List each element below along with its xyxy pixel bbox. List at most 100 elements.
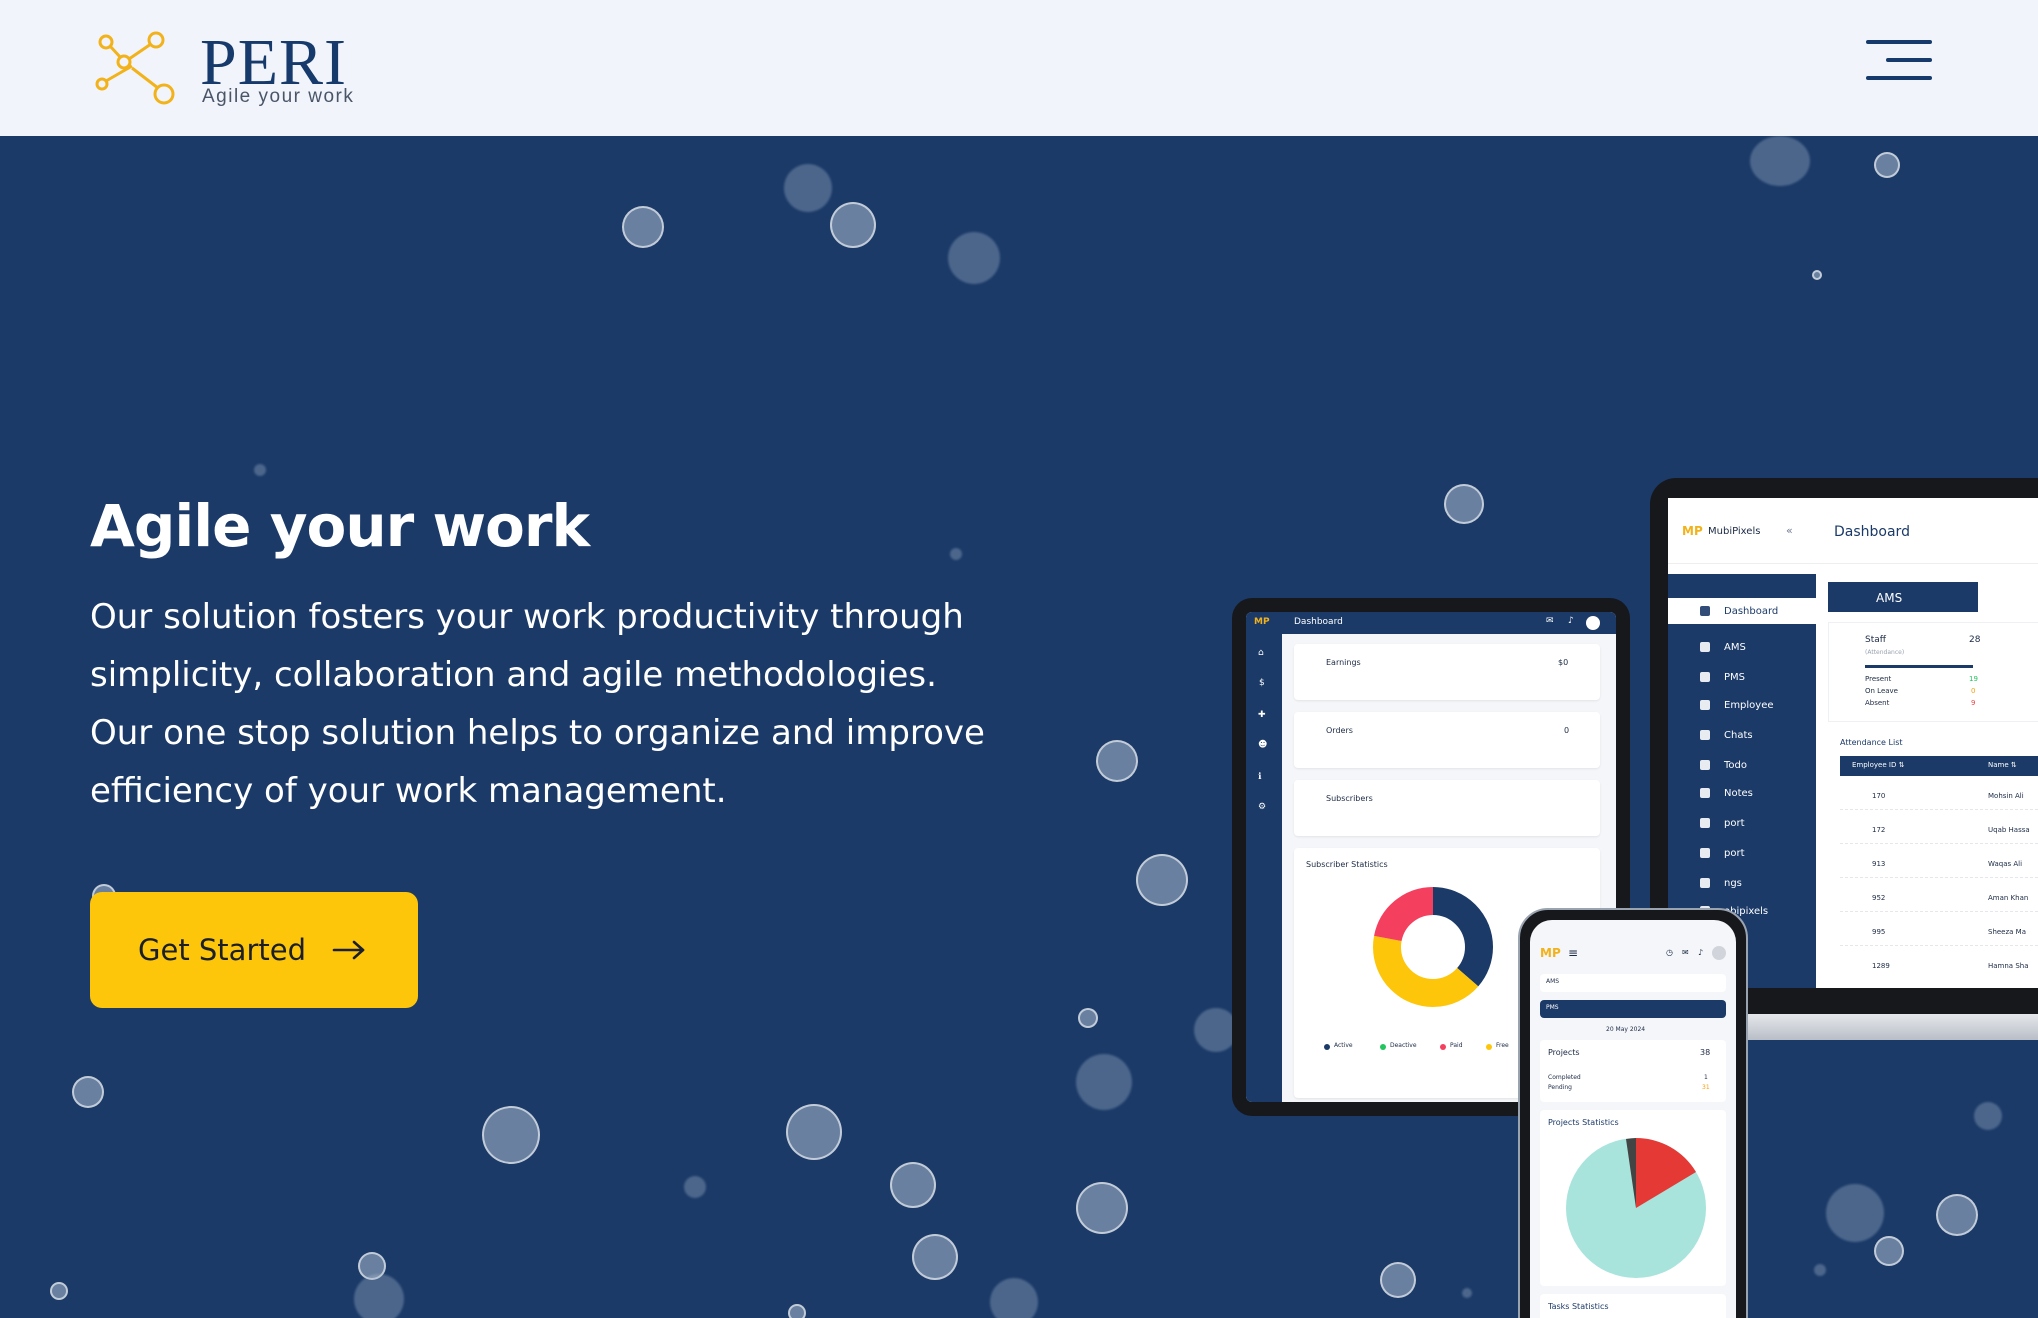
bubble-decoration <box>890 1162 936 1208</box>
dollar-icon[interactable]: $ <box>1259 678 1265 688</box>
bubble-decoration <box>1076 1182 1128 1234</box>
bubble-decoration <box>950 548 962 560</box>
get-started-label: Get Started <box>138 933 306 967</box>
peri-logo[interactable]: PERI Agile your work <box>92 26 392 112</box>
network-nodes-icon <box>95 31 175 105</box>
staff-card: Staff (Attendance) 28 Present 19 On Leav… <box>1828 622 2038 722</box>
mp-logo-icon: MP <box>1682 524 1703 538</box>
menu-line <box>1866 40 1932 44</box>
collapse-icon[interactable]: « <box>1786 524 1793 537</box>
tablet-sidebar: ⌂ $ ✚ ☻ ℹ ⚙ <box>1246 634 1282 1102</box>
bubble-decoration <box>72 1076 104 1108</box>
projects-pie-chart <box>1566 1138 1706 1278</box>
bubble-decoration <box>354 1274 404 1318</box>
gear-icon[interactable]: ⚙ <box>1258 802 1266 812</box>
bubble-decoration <box>1096 740 1138 782</box>
bubble-decoration <box>1874 152 1900 178</box>
bubble-decoration <box>1974 1102 2002 1130</box>
bubble-decoration <box>948 232 1000 284</box>
site-header: PERI Agile your work <box>0 0 2038 136</box>
puzzle-icon[interactable]: ✚ <box>1258 710 1266 720</box>
avatar[interactable] <box>1586 616 1600 630</box>
mail-icon[interactable]: ✉ <box>1682 948 1689 957</box>
bubble-decoration <box>254 464 266 476</box>
laptop-dashboard-title: Dashboard <box>1834 524 1910 540</box>
hero-description: Our solution fosters your work productiv… <box>90 597 985 811</box>
legend-dot <box>1486 1044 1492 1050</box>
legend-dot <box>1324 1044 1330 1050</box>
bubble-decoration <box>1078 1008 1098 1028</box>
phone-tab-pms[interactable]: PMS <box>1540 1000 1726 1018</box>
bubble-decoration <box>1380 1262 1416 1298</box>
table-row[interactable]: 913 Waqas Ali <box>1840 854 2038 878</box>
user-icon[interactable]: ☻ <box>1258 740 1267 750</box>
tablet-topbar: MP Dashboard ✉ ♪ <box>1246 612 1616 634</box>
home-icon[interactable]: ⌂ <box>1258 648 1264 658</box>
phone-date: 20 May 2024 <box>1606 1026 1646 1033</box>
sidebar-item-report[interactable]: port <box>1668 810 1816 836</box>
table-row[interactable]: 952 Aman Khan <box>1840 888 2038 912</box>
projects-statistics-card: Projects Statistics <box>1540 1110 1726 1286</box>
bell-icon[interactable]: ♪ <box>1698 948 1703 957</box>
tablet-dashboard-title: Dashboard <box>1294 617 1343 627</box>
sidebar-item-notes[interactable]: Notes <box>1668 780 1816 806</box>
bubble-decoration <box>912 1234 958 1280</box>
bubble-decoration <box>1136 854 1188 906</box>
info-icon[interactable]: ℹ <box>1258 772 1261 782</box>
attendance-list: Attendance List Employee ID ⇅ Name ⇅ 170… <box>1828 730 2038 988</box>
mp-logo-icon: MP <box>1254 617 1270 627</box>
mail-icon[interactable]: ✉ <box>1546 616 1554 626</box>
legend-dot <box>1380 1044 1386 1050</box>
clock-icon[interactable]: ◷ <box>1666 948 1673 957</box>
sidebar-item-employee[interactable]: Employee <box>1668 692 1816 718</box>
get-started-button[interactable]: Get Started <box>90 892 418 1008</box>
sidebar-item-dashboard[interactable]: Dashboard <box>1668 598 1816 624</box>
sidebar-item-pms[interactable]: PMS <box>1668 664 1816 690</box>
arrow-right-icon <box>332 940 365 960</box>
sidebar-item-support[interactable]: port <box>1668 840 1816 866</box>
phone-tab-ams[interactable]: AMS <box>1540 974 1726 992</box>
phone-screen: MP ≡ ◷ ✉ ♪ AMS PMS 20 May 2024 Projects … <box>1530 920 1736 1318</box>
laptop-main: AMS Staff (Attendance) 28 Present 19 On … <box>1828 574 2038 988</box>
laptop-topbar: MP MubiPixels « Dashboard <box>1668 498 2038 564</box>
bubble-decoration <box>786 1104 842 1160</box>
sidebar-item-chats[interactable]: Chats <box>1668 722 1816 748</box>
logo-tagline: Agile your work <box>202 86 355 107</box>
subscribers-card: Subscribers <box>1294 780 1600 836</box>
table-row[interactable]: 172 Uqab Hassa <box>1840 820 2038 844</box>
hero-section: Agile your work Our solution fosters you… <box>0 136 2038 1318</box>
bubble-decoration <box>830 202 876 248</box>
sidebar-item-settings[interactable]: ngs <box>1668 870 1816 896</box>
bubble-decoration <box>1826 1184 1884 1242</box>
bubble-decoration <box>784 164 832 212</box>
bubble-decoration <box>622 206 664 248</box>
bubble-decoration <box>1812 270 1822 280</box>
phone-mockup: MP ≡ ◷ ✉ ♪ AMS PMS 20 May 2024 Projects … <box>1518 908 1748 1318</box>
sidebar-item-ams[interactable]: AMS <box>1668 634 1816 660</box>
bubble-decoration <box>50 1282 68 1300</box>
avatar[interactable] <box>1712 946 1726 960</box>
hamburger-menu-icon[interactable] <box>1866 34 1940 88</box>
table-row[interactable]: 170 Mohsin Ali <box>1840 786 2038 810</box>
hero-title: Agile your work <box>90 492 590 560</box>
bubble-decoration <box>1814 1264 1826 1276</box>
bubble-decoration <box>1750 136 1810 186</box>
sidebar-item-todo[interactable]: Todo <box>1668 752 1816 778</box>
table-row[interactable]: 995 Sheeza Ma <box>1840 922 2038 946</box>
bubble-decoration <box>1874 1236 1904 1266</box>
bubble-decoration <box>1462 1288 1472 1298</box>
menu-line <box>1886 58 1932 62</box>
bubble-decoration <box>1444 484 1484 524</box>
mp-logo-icon: MP <box>1540 946 1561 960</box>
projects-card: Projects 38 Completed 1 Pending 31 <box>1540 1040 1726 1102</box>
bubble-decoration <box>788 1304 806 1318</box>
bell-icon[interactable]: ♪ <box>1568 616 1574 626</box>
table-row[interactable]: 1289 Hamna Sha <box>1840 956 2038 980</box>
ams-tab[interactable]: AMS <box>1828 582 1978 612</box>
bubble-decoration <box>990 1278 1038 1318</box>
bubble-decoration <box>1076 1054 1132 1110</box>
legend-dot <box>1440 1044 1446 1050</box>
laptop-brand: MubiPixels <box>1708 526 1761 537</box>
menu-icon[interactable]: ≡ <box>1568 946 1578 960</box>
menu-line <box>1866 76 1932 80</box>
